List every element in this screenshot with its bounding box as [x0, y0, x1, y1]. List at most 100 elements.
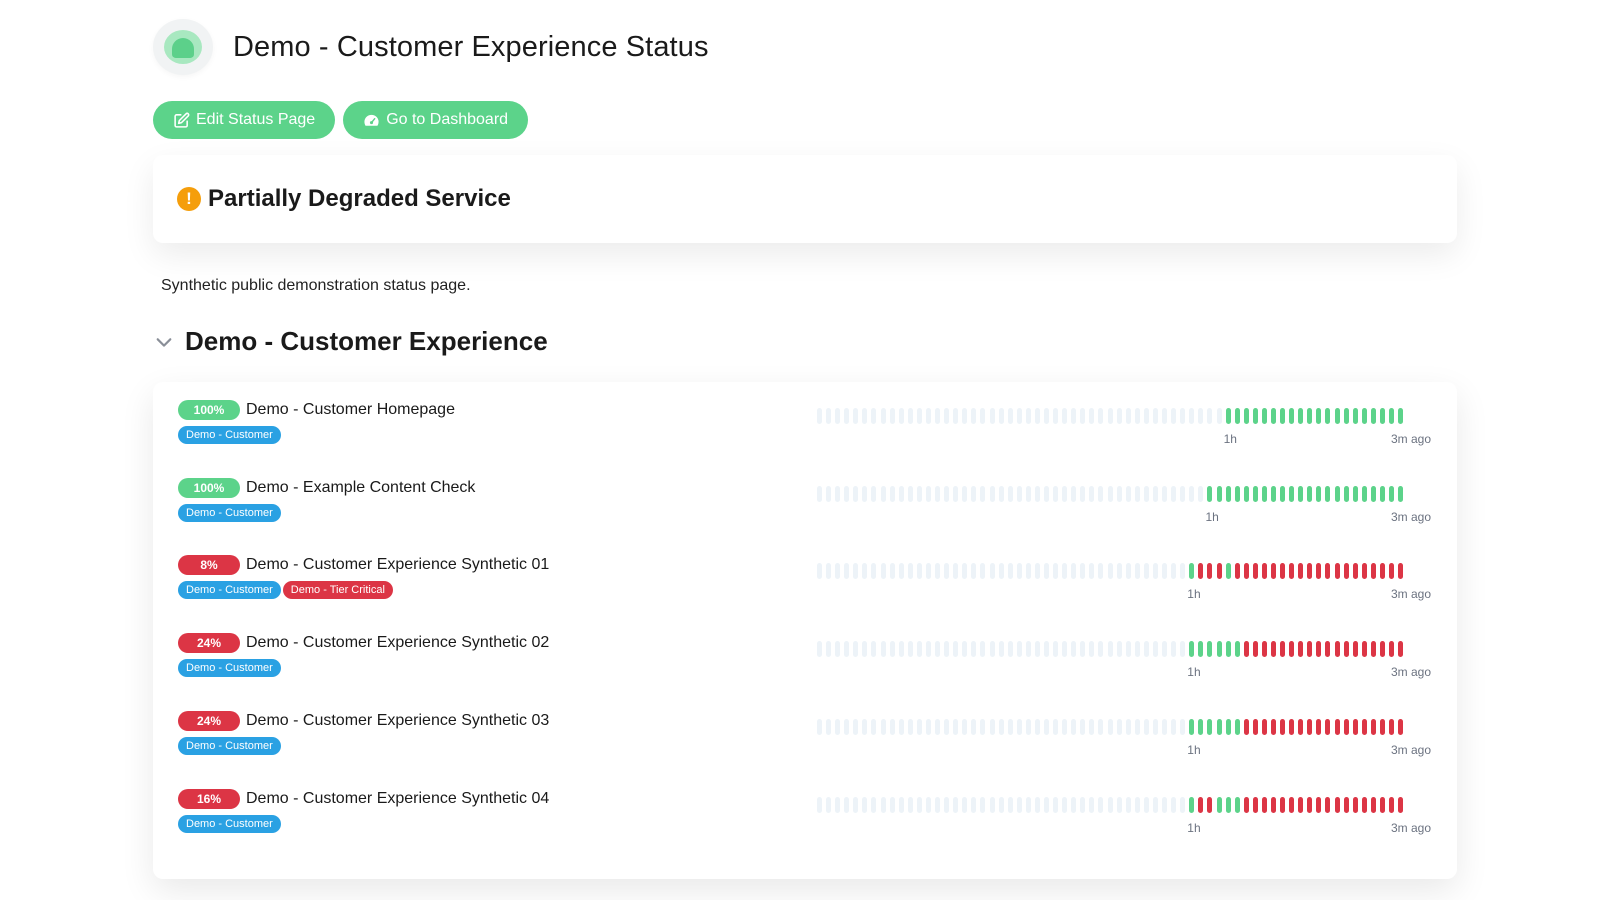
heartbeat-empty[interactable]: [1007, 485, 1013, 502]
heartbeat-empty[interactable]: [916, 563, 922, 580]
heartbeat-up[interactable]: [1379, 408, 1385, 424]
heartbeat-empty[interactable]: [1007, 718, 1013, 735]
heartbeat-empty[interactable]: [835, 408, 841, 424]
heartbeat-empty[interactable]: [889, 796, 895, 813]
heartbeat-empty[interactable]: [1180, 563, 1186, 580]
heartbeat-down[interactable]: [1234, 563, 1240, 580]
heartbeat-empty[interactable]: [1053, 563, 1059, 580]
heartbeat-empty[interactable]: [962, 485, 968, 502]
heartbeat-up[interactable]: [1271, 408, 1276, 424]
heartbeat-down[interactable]: [1243, 641, 1249, 658]
heartbeat-empty[interactable]: [1134, 718, 1140, 735]
heartbeat-empty[interactable]: [962, 796, 968, 813]
heartbeat-empty[interactable]: [971, 796, 977, 813]
heartbeat-down[interactable]: [1252, 718, 1258, 735]
heartbeat-up[interactable]: [1370, 485, 1376, 502]
heartbeat-empty[interactable]: [1025, 796, 1031, 813]
heartbeat-empty[interactable]: [1044, 485, 1049, 502]
heartbeat-down[interactable]: [1280, 796, 1286, 813]
heartbeat-empty[interactable]: [971, 718, 977, 735]
heartbeat-down[interactable]: [1389, 563, 1395, 580]
heartbeat-up[interactable]: [1307, 485, 1313, 502]
heartbeat-empty[interactable]: [1143, 796, 1149, 813]
heartbeat-up[interactable]: [1361, 408, 1367, 424]
heartbeat-empty[interactable]: [1062, 641, 1068, 658]
heartbeat-up[interactable]: [1243, 485, 1249, 502]
heartbeat-empty[interactable]: [1034, 408, 1040, 424]
heartbeat-empty[interactable]: [889, 563, 895, 580]
heartbeat-down[interactable]: [1389, 718, 1395, 735]
heartbeat-empty[interactable]: [826, 485, 832, 502]
heartbeat-empty[interactable]: [953, 718, 959, 735]
heartbeat-up[interactable]: [1280, 485, 1286, 502]
heartbeat-empty[interactable]: [889, 641, 895, 658]
heartbeat-empty[interactable]: [1162, 796, 1168, 813]
heartbeat-empty[interactable]: [1116, 563, 1122, 580]
heartbeat-empty[interactable]: [971, 563, 977, 580]
heartbeat-up[interactable]: [1289, 485, 1295, 502]
heartbeat-empty[interactable]: [1180, 718, 1186, 735]
heartbeat-empty[interactable]: [1098, 408, 1104, 424]
heartbeat-up[interactable]: [1361, 485, 1367, 502]
monitor-row[interactable]: 16% Demo - Customer Experience Synthetic …: [153, 787, 1457, 847]
heartbeat-empty[interactable]: [1044, 563, 1049, 580]
heartbeat-down[interactable]: [1398, 796, 1404, 813]
heartbeat-empty[interactable]: [898, 485, 904, 502]
heartbeat-empty[interactable]: [1134, 408, 1140, 424]
heartbeat-empty[interactable]: [862, 641, 868, 658]
heartbeat-empty[interactable]: [817, 563, 822, 580]
heartbeat-empty[interactable]: [1053, 485, 1059, 502]
heartbeat-empty[interactable]: [935, 796, 941, 813]
heartbeat-up[interactable]: [1389, 408, 1395, 424]
heartbeat-up[interactable]: [1225, 641, 1231, 658]
heartbeat-empty[interactable]: [1089, 641, 1095, 658]
heartbeat-down[interactable]: [1271, 718, 1276, 735]
heartbeat-empty[interactable]: [1116, 485, 1122, 502]
heartbeat-empty[interactable]: [826, 796, 832, 813]
heartbeat-empty[interactable]: [980, 718, 986, 735]
heartbeat-up[interactable]: [1189, 796, 1195, 813]
heartbeat-down[interactable]: [1398, 718, 1404, 735]
heartbeat-empty[interactable]: [817, 796, 822, 813]
heartbeat-empty[interactable]: [871, 408, 877, 424]
heartbeat-empty[interactable]: [898, 408, 904, 424]
heartbeat-empty[interactable]: [962, 718, 968, 735]
heartbeat-empty[interactable]: [925, 485, 931, 502]
heartbeat-down[interactable]: [1207, 563, 1213, 580]
heartbeat-down[interactable]: [1216, 563, 1222, 580]
heartbeat-up[interactable]: [1298, 485, 1304, 502]
heartbeat-down[interactable]: [1325, 641, 1331, 658]
heartbeat-down[interactable]: [1289, 796, 1295, 813]
heartbeat-empty[interactable]: [1025, 563, 1031, 580]
heartbeat-empty[interactable]: [953, 641, 959, 658]
heartbeat-empty[interactable]: [1016, 641, 1022, 658]
heartbeat-empty[interactable]: [1207, 408, 1213, 424]
heartbeat-empty[interactable]: [916, 718, 922, 735]
heartbeat-up[interactable]: [1234, 485, 1240, 502]
heartbeat-down[interactable]: [1343, 796, 1349, 813]
heartbeat-empty[interactable]: [853, 563, 859, 580]
heartbeat-empty[interactable]: [835, 485, 841, 502]
heartbeat-empty[interactable]: [1125, 641, 1131, 658]
heartbeat-down[interactable]: [1334, 796, 1340, 813]
heartbeat-empty[interactable]: [871, 796, 877, 813]
heartbeat-empty[interactable]: [898, 718, 904, 735]
heartbeat-empty[interactable]: [1044, 408, 1049, 424]
heartbeat-empty[interactable]: [1071, 485, 1077, 502]
heartbeat-empty[interactable]: [925, 718, 931, 735]
heartbeat-empty[interactable]: [1089, 563, 1095, 580]
heartbeat-up[interactable]: [1225, 485, 1231, 502]
heartbeat-empty[interactable]: [1098, 485, 1104, 502]
heartbeat-down[interactable]: [1298, 796, 1304, 813]
heartbeat-empty[interactable]: [1162, 641, 1168, 658]
heartbeat-empty[interactable]: [1089, 796, 1095, 813]
heartbeat-down[interactable]: [1243, 718, 1249, 735]
heartbeat-empty[interactable]: [1171, 563, 1177, 580]
heartbeat-empty[interactable]: [971, 485, 977, 502]
heartbeat-empty[interactable]: [1062, 485, 1068, 502]
heartbeat-empty[interactable]: [944, 796, 950, 813]
heartbeat-empty[interactable]: [817, 718, 822, 735]
heartbeat-empty[interactable]: [980, 408, 986, 424]
heartbeat-up[interactable]: [1234, 796, 1240, 813]
heartbeat-empty[interactable]: [1098, 641, 1104, 658]
